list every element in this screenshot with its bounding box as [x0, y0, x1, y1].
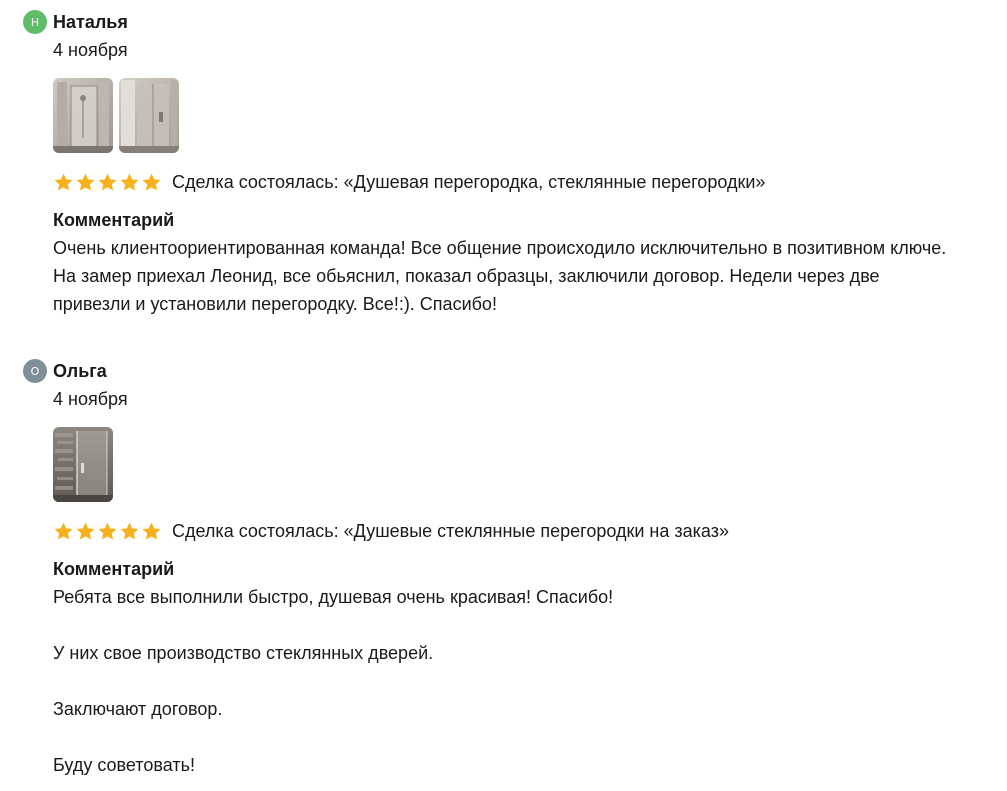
deal-description: Сделка состоялась: «Душевая перегородка,…: [172, 172, 766, 192]
review-header: Н Наталья: [23, 10, 128, 34]
rating-row: Сделка состоялась: «Душевые стеклянные п…: [53, 519, 729, 543]
review-photo-thumbnail[interactable]: [53, 78, 113, 153]
review-photos: [53, 427, 113, 502]
comment-text: Ребята все выполнили быстро, душевая оче…: [53, 583, 953, 779]
shower-partition-image: [119, 78, 179, 153]
review-photo-thumbnail[interactable]: [119, 78, 179, 153]
comment-heading: Комментарий: [53, 210, 175, 230]
avatar[interactable]: Н: [23, 10, 47, 34]
star-icon: [120, 173, 139, 191]
review-date: 4 ноября: [53, 40, 128, 60]
comment-paragraph: У них свое производство стеклянных двере…: [53, 643, 434, 663]
comment-paragraph: Заключают договор.: [53, 699, 223, 719]
review-date: 4 ноября: [53, 389, 128, 409]
star-icon: [76, 173, 95, 191]
star-icon: [120, 522, 139, 540]
star-icon: [142, 173, 161, 191]
comment-paragraph: Ребята все выполнили быстро, душевая оче…: [53, 587, 614, 607]
comment-paragraph: Буду советовать!: [53, 755, 195, 775]
star-icon: [54, 522, 73, 540]
author-name[interactable]: Наталья: [53, 10, 128, 34]
review-photos: [53, 78, 179, 153]
star-icon: [76, 522, 95, 540]
deal-description: Сделка состоялась: «Душевые стеклянные п…: [172, 521, 729, 541]
star-icon: [98, 173, 117, 191]
shower-door-image: [53, 427, 113, 502]
review-photo-thumbnail[interactable]: [53, 427, 113, 502]
star-rating: [53, 172, 162, 193]
star-icon: [142, 522, 161, 540]
comment-text: Очень клиентоориентированная команда! Вс…: [53, 234, 953, 318]
shower-partition-image: [53, 78, 113, 153]
star-icon: [54, 173, 73, 191]
review-header: О Ольга: [23, 359, 107, 383]
star-rating: [53, 521, 162, 542]
rating-row: Сделка состоялась: «Душевая перегородка,…: [53, 170, 765, 194]
star-icon: [98, 522, 117, 540]
author-name[interactable]: Ольга: [53, 359, 107, 383]
comment-paragraph: Очень клиентоориентированная команда! Вс…: [53, 238, 947, 314]
comment-heading: Комментарий: [53, 559, 175, 579]
avatar[interactable]: О: [23, 359, 47, 383]
